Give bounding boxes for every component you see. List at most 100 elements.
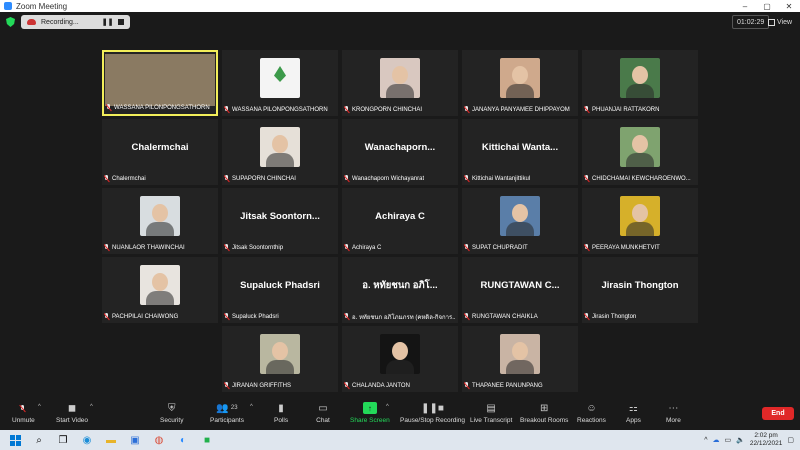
- participants-chevron-icon[interactable]: ^: [250, 404, 253, 410]
- participant-logo: [260, 58, 300, 98]
- muted-mic-icon: [464, 382, 470, 389]
- live-transcript-button[interactable]: ▤ Live Transcript: [470, 402, 512, 425]
- participant-tile[interactable]: SUPAPORN CHINCHAI: [222, 119, 338, 185]
- participant-name: PEERAYA MUNKHETVIT: [592, 244, 660, 251]
- participant-tile[interactable]: RUNGTAWAN C... RUNGTAWAN CHAIKLA: [462, 257, 578, 323]
- participant-name-caption: PEERAYA MUNKHETVIT: [584, 243, 660, 252]
- notifications-icon[interactable]: ▢: [787, 436, 794, 444]
- muted-mic-icon: [224, 244, 230, 251]
- participant-video: [260, 127, 300, 167]
- meeting-top-bar: Recording... ❚❚ 01:02:29 View: [0, 12, 800, 32]
- participant-tile[interactable]: Chalermchai Chalermchai: [102, 119, 218, 185]
- participant-name-caption: JANANYA PANYAMEE DHIPPAYOM: [464, 105, 570, 114]
- file-explorer-icon[interactable]: ▬: [102, 433, 120, 447]
- participant-tile[interactable]: PEERAYA MUNKHETVIT: [582, 188, 698, 254]
- security-button[interactable]: ⛨ Security: [160, 402, 183, 425]
- participant-tile[interactable]: Jirasin Thongton Jirasin Thongton: [582, 257, 698, 323]
- participant-name-caption: Achiraya C: [344, 243, 381, 252]
- participant-name-caption: CHIDCHAMAI KEWCHAROENWO...: [584, 174, 691, 183]
- grid-view-icon: [768, 18, 775, 26]
- volume-icon[interactable]: 🔈: [736, 436, 745, 444]
- participant-tile[interactable]: Achiraya C Achiraya C: [342, 188, 458, 254]
- participant-video: [380, 58, 420, 98]
- pause-stop-recording-button[interactable]: ❚❚■ Pause/Stop Recording: [400, 402, 465, 425]
- minimize-icon[interactable]: –: [734, 2, 756, 11]
- participant-tile[interactable]: อ. หทัยชนก อภิโ... อ. หทัยชนก อภิโภมภรท (…: [342, 257, 458, 323]
- search-icon[interactable]: ⌕: [30, 433, 48, 447]
- participant-video: [380, 334, 420, 374]
- participant-tile[interactable]: NUANLAOR THAWINCHAI: [102, 188, 218, 254]
- meeting-toolbar: Unmute ^ ◼ Start Video ^ ⛨ Security 👥 23 …: [0, 398, 800, 430]
- tray-overflow-chevron-icon[interactable]: ^: [704, 437, 707, 444]
- participant-tile[interactable]: JANANYA PANYAMEE DHIPPAYOM: [462, 50, 578, 116]
- participant-tile[interactable]: THAPANEE PANUNPANG: [462, 326, 578, 392]
- muted-mic-icon: [584, 313, 590, 320]
- muted-mic-icon: [464, 244, 470, 251]
- participant-name: RUNGTAWAN CHAIKLA: [472, 313, 538, 320]
- start-button[interactable]: [6, 433, 24, 447]
- participant-tile[interactable]: Kittichai Wanta... Kittichai Wantanjittik…: [462, 119, 578, 185]
- share-chevron-icon[interactable]: ^: [386, 404, 389, 410]
- chat-button[interactable]: ▭ Chat: [316, 402, 330, 425]
- participant-tile[interactable]: KRONGPORN CHINCHAI: [342, 50, 458, 116]
- audio-options-chevron-icon[interactable]: ^: [38, 404, 41, 410]
- participants-label: Participants: [210, 417, 244, 424]
- pause-recording-icon[interactable]: ❚❚: [102, 18, 114, 26]
- unmute-button[interactable]: Unmute: [12, 402, 35, 424]
- cloud-icon[interactable]: ☁: [712, 436, 719, 444]
- zoom-app-icon: [4, 2, 12, 10]
- participant-tile[interactable]: PACHPILAI CHAIWONG: [102, 257, 218, 323]
- muted-mic-icon: [344, 244, 350, 251]
- share-screen-button[interactable]: ↑ Share Screen: [350, 402, 390, 424]
- task-view-icon[interactable]: ❐: [54, 433, 72, 447]
- zoom-taskbar-icon[interactable]: ◐: [174, 433, 192, 447]
- store-icon[interactable]: ▣: [126, 433, 144, 447]
- participant-name: JANANYA PANYAMEE DHIPPAYOM: [472, 106, 570, 113]
- participant-name-caption: WASSANA PILONPONGSATHORN: [106, 103, 210, 112]
- participants-count: 23: [230, 405, 238, 411]
- participant-tile[interactable]: Supaluck Phadsri Supaluck Phadsri: [222, 257, 338, 323]
- chrome-icon[interactable]: ◍: [150, 433, 168, 447]
- end-meeting-button[interactable]: End: [762, 407, 794, 420]
- reactions-button[interactable]: ☺ Reactions: [577, 402, 606, 425]
- chat-label: Chat: [316, 417, 330, 424]
- participant-name: Achiraya C: [352, 244, 382, 251]
- participant-tile[interactable]: WASSANA PILONPONGSATHORN: [222, 50, 338, 116]
- participant-video: [140, 265, 180, 305]
- participant-name: CHALANDA JANTON: [352, 382, 410, 389]
- participant-name-caption: SUPAT CHUPRADIT: [464, 243, 528, 252]
- line-app-icon[interactable]: ■: [198, 433, 216, 447]
- window-titlebar: Zoom Meeting – ▢ ✕: [0, 0, 800, 12]
- muted-mic-icon: [584, 175, 590, 182]
- participant-name-caption: WASSANA PILONPONGSATHORN: [224, 105, 328, 114]
- maximize-icon[interactable]: ▢: [756, 2, 778, 11]
- security-shield-icon[interactable]: [6, 17, 15, 27]
- start-video-button[interactable]: ◼ Start Video: [56, 402, 88, 425]
- participant-tile[interactable]: WASSANA PILONPONGSATHORN: [102, 50, 218, 116]
- apps-button[interactable]: ⚏ Apps: [626, 402, 641, 425]
- participant-tile[interactable]: CHALANDA JANTON: [342, 326, 458, 392]
- participant-tile[interactable]: CHIDCHAMAI KEWCHAROENWO...: [582, 119, 698, 185]
- video-options-chevron-icon[interactable]: ^: [90, 404, 93, 410]
- participant-tile[interactable]: Jitsak Soontorn... Jitsak Soontornthip: [222, 188, 338, 254]
- participant-name: CHIDCHAMAI KEWCHAROENWO...: [592, 175, 691, 182]
- participant-tile[interactable]: JIRANAN GRIFFITHS: [222, 326, 338, 392]
- participant-tile[interactable]: SUPAT CHUPRADIT: [462, 188, 578, 254]
- edge-browser-icon[interactable]: ◉: [78, 433, 96, 447]
- participant-tile[interactable]: PHUANJAI RATTAKORN: [582, 50, 698, 116]
- more-button[interactable]: ⋯ More: [666, 402, 681, 425]
- participants-button[interactable]: 👥 23 Participants: [210, 402, 244, 425]
- system-clock[interactable]: 2:02 pm 22/12/2021: [750, 432, 783, 448]
- breakout-rooms-button[interactable]: ⊞ Breakout Rooms: [520, 402, 568, 425]
- participant-name-caption: RUNGTAWAN CHAIKLA: [464, 312, 538, 321]
- network-icon[interactable]: ▭: [724, 436, 731, 444]
- polls-button[interactable]: ▮ Polls: [274, 402, 288, 425]
- participant-name-caption: JIRANAN GRIFFITHS: [224, 381, 291, 390]
- view-button[interactable]: View: [768, 15, 792, 29]
- participant-name-caption: Jirasin Thongton: [584, 312, 636, 321]
- participant-tile[interactable]: Wanachaporn... Wanachaporn Wichayanrat: [342, 119, 458, 185]
- close-icon[interactable]: ✕: [778, 2, 800, 11]
- stop-recording-icon[interactable]: [118, 19, 125, 25]
- participant-video: [500, 196, 540, 236]
- chat-icon: ▭: [318, 402, 328, 414]
